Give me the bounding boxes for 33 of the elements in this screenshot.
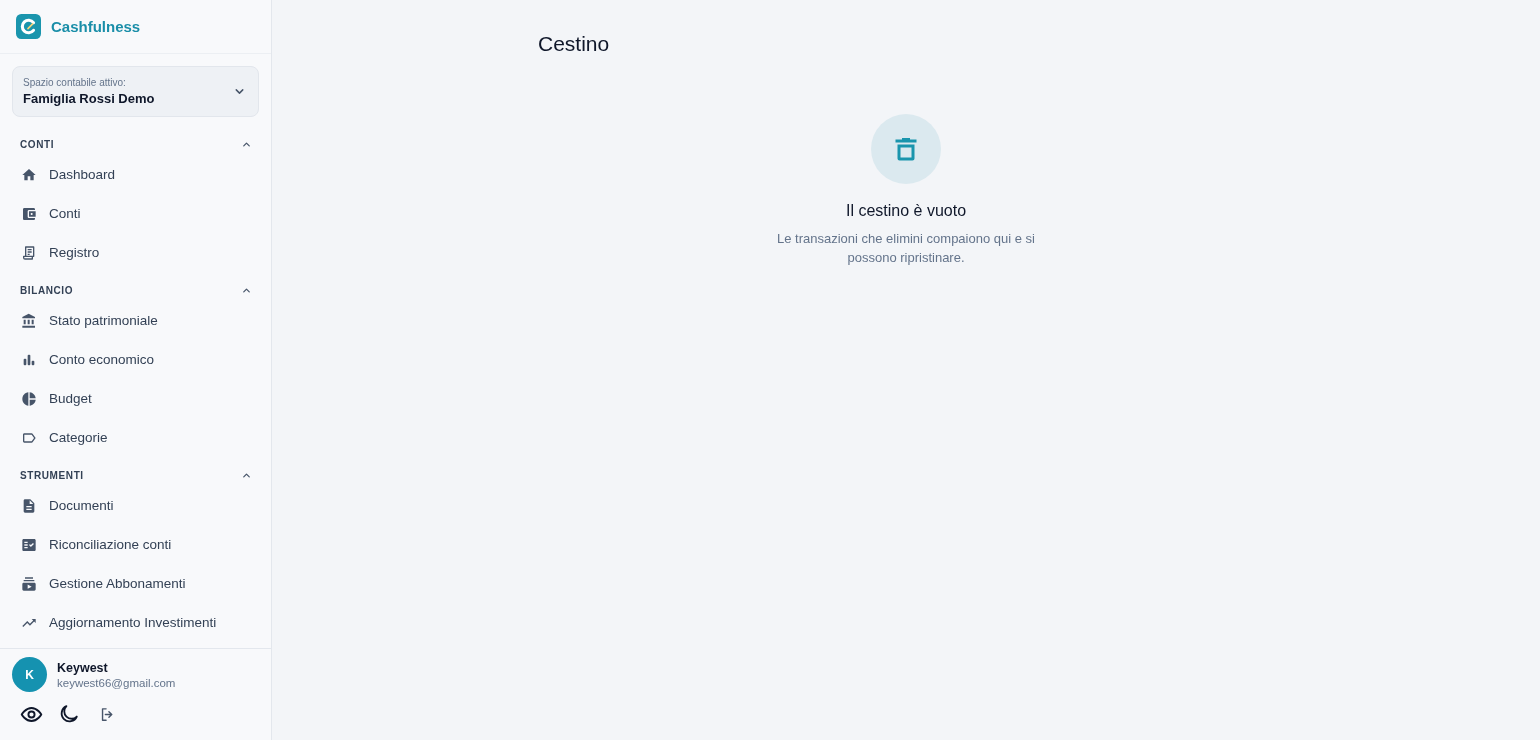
receipt-icon [21, 244, 37, 261]
app-name: Cashfulness [51, 18, 141, 35]
subscriptions-icon [21, 575, 37, 592]
user-avatar: K [12, 657, 47, 692]
nav-item[interactable]: Registro [0, 233, 271, 272]
section-toggle[interactable]: STRUMENTI [0, 457, 271, 486]
pie-chart-icon [21, 390, 37, 407]
user-email: keywest66@gmail.com [57, 676, 176, 689]
trash-icon [871, 114, 941, 184]
checklist-icon [21, 536, 37, 553]
page-title: Cestino [538, 32, 611, 56]
nav-item[interactable]: Documenti [0, 486, 271, 525]
workspace-dropdown[interactable]: Spazio contabile attivo: Famiglia Rossi Demo [12, 66, 259, 117]
document-icon [21, 497, 37, 514]
empty-state-message: Le transazioni che elimini compaiono qui e si possono ripristinare. [776, 230, 1036, 267]
bank-icon [21, 312, 37, 329]
wallet-icon [21, 205, 37, 222]
logo-icon [16, 14, 41, 39]
nav-item[interactable]: Conti [0, 194, 271, 233]
nav-item[interactable]: Gestione Abbonamenti [0, 564, 271, 603]
home-icon [21, 166, 37, 183]
nav-item[interactable]: Aggiornamento Investimenti [0, 603, 271, 642]
empty-state-title: Il cestino è vuoto [845, 201, 967, 221]
nav-item[interactable]: Riconciliazione conti [0, 525, 271, 564]
nav-item[interactable]: Stato patrimoniale [0, 301, 271, 340]
section-toggle[interactable]: CONTI [0, 126, 271, 155]
nav-item[interactable]: Budget [0, 379, 271, 418]
moon-icon [58, 703, 80, 725]
user-name: Keywest [57, 660, 109, 675]
section-toggle[interactable]: BILANCIO [0, 272, 271, 301]
nav-item[interactable]: Dashboard [0, 155, 271, 194]
nav-item[interactable]: Categorie [0, 418, 271, 457]
nav-item[interactable]: Conto economico [0, 340, 271, 379]
